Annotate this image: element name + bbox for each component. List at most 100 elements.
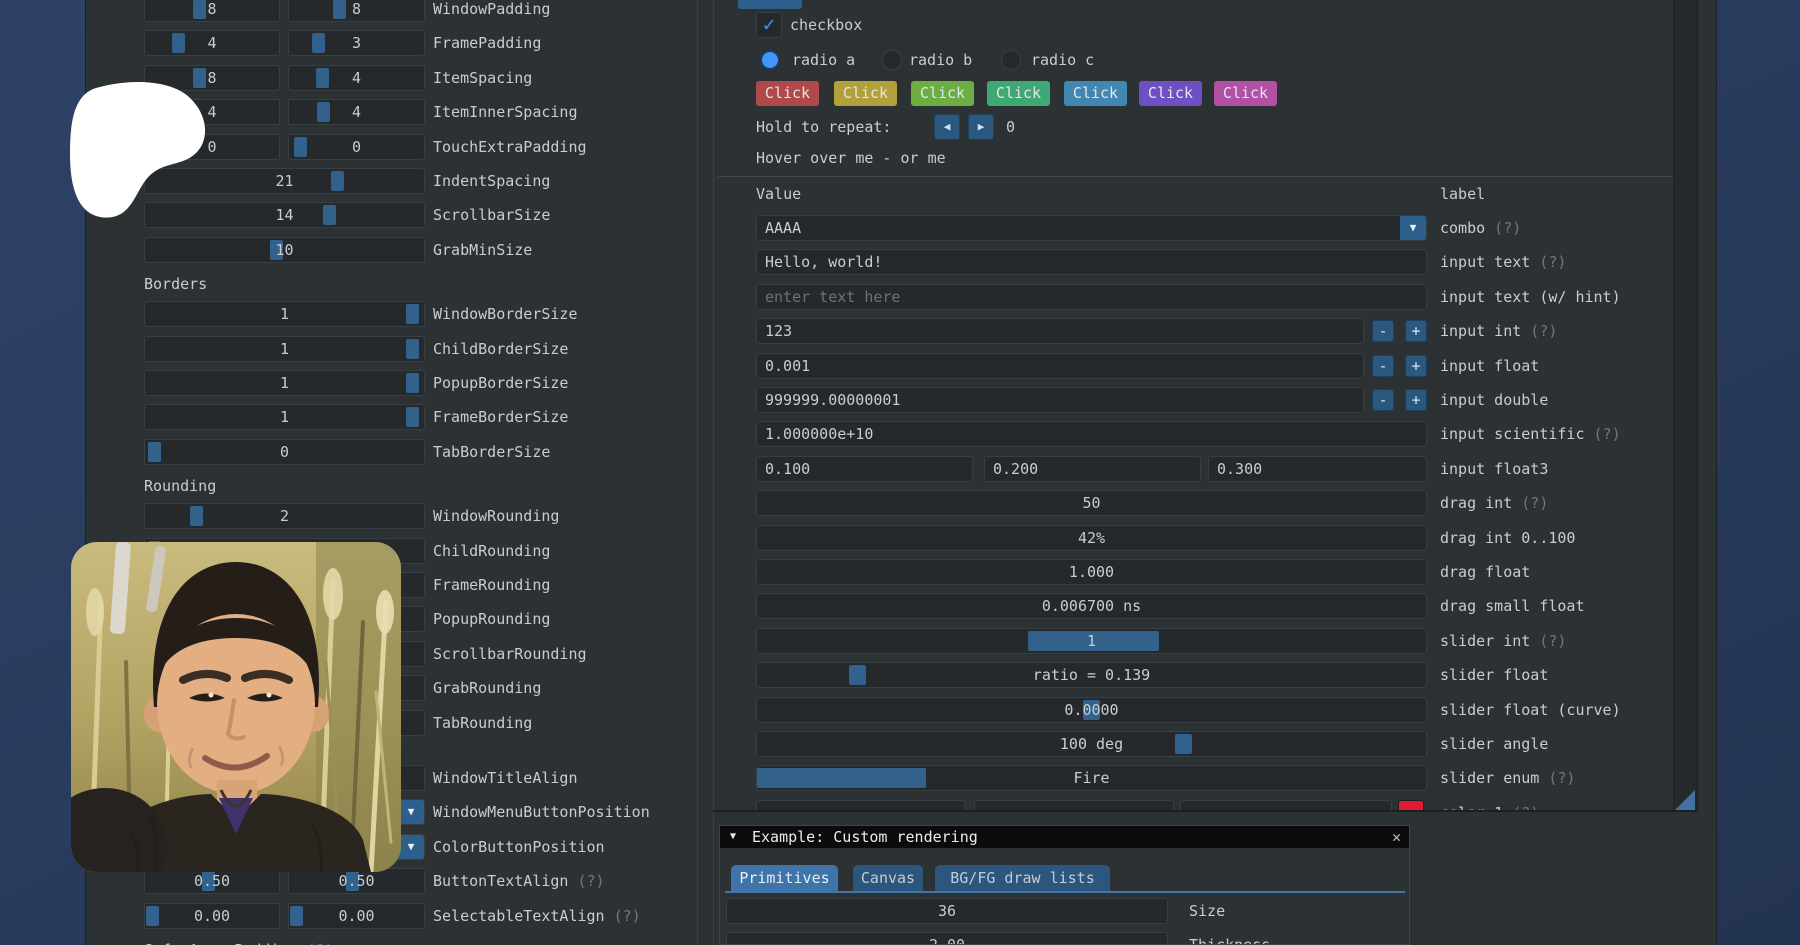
minus-button[interactable]: -: [1372, 389, 1394, 411]
resize-grip-icon[interactable]: [1675, 790, 1695, 810]
drag-field[interactable]: 1.000: [756, 559, 1427, 585]
slider-field[interactable]: ratio = 0.139: [756, 662, 1427, 688]
plus-button[interactable]: +: [1405, 389, 1427, 411]
plus-button[interactable]: +: [1405, 355, 1427, 377]
click-button-1[interactable]: Click: [756, 81, 819, 106]
field-value: 1: [145, 302, 424, 326]
help-marker[interactable]: (?): [568, 872, 604, 890]
float3-input[interactable]: 0.100: [756, 456, 973, 482]
combo-field[interactable]: AAAA ▼: [756, 215, 1427, 241]
field-value: AAAA: [765, 216, 801, 240]
style-label: ButtonTextAlign (?): [433, 868, 605, 894]
repeat-right-button[interactable]: ▶: [968, 114, 994, 140]
tab-canvas[interactable]: Canvas: [853, 865, 923, 891]
click-button-7[interactable]: Click: [1214, 81, 1277, 106]
number-input[interactable]: 0.001: [756, 353, 1364, 379]
tab-underline: [725, 891, 1405, 893]
window-titlebar[interactable]: ▼ Example: Custom rendering ✕: [720, 826, 1409, 848]
click-button-6[interactable]: Click: [1139, 81, 1202, 106]
radio-radio-b[interactable]: [882, 50, 902, 70]
click-button-2[interactable]: Click: [834, 81, 897, 106]
style-slider[interactable]: 0.00: [144, 903, 280, 929]
radio-radio-a[interactable]: [760, 50, 780, 70]
help-marker[interactable]: (?): [1585, 425, 1621, 443]
style-slider[interactable]: 4: [144, 30, 280, 56]
style-label: ChildBorderSize: [433, 336, 568, 362]
style-slider[interactable]: 1: [144, 404, 425, 430]
collapse-arrow-icon[interactable]: ▼: [730, 826, 736, 848]
style-slider[interactable]: 10: [144, 237, 425, 263]
button-partial[interactable]: [738, 0, 802, 9]
click-button-3[interactable]: Click: [911, 81, 974, 106]
field-value: 1: [145, 371, 424, 395]
slider-field[interactable]: 100 deg: [756, 731, 1427, 757]
hold-to-repeat-label: Hold to repeat:: [756, 114, 891, 140]
help-marker[interactable]: (?): [298, 941, 334, 945]
slider-field[interactable]: 1: [756, 628, 1427, 654]
slider-field[interactable]: 0.0000: [756, 697, 1427, 723]
slider-field[interactable]: Fire: [756, 765, 1427, 791]
style-slider[interactable]: 0.00: [288, 903, 425, 929]
widget-label: input scientific (?): [1440, 421, 1621, 447]
help-marker[interactable]: (?): [1530, 632, 1566, 650]
field-value: 36: [727, 899, 1167, 923]
tab-bg-fg-draw-lists[interactable]: BG/FG draw lists: [935, 865, 1110, 891]
style-slider[interactable]: 8: [144, 0, 280, 22]
style-label: WindowBorderSize: [433, 301, 578, 327]
float3-input[interactable]: 0.300: [1208, 456, 1427, 482]
repeat-left-button[interactable]: ◀: [934, 114, 960, 140]
style-slider[interactable]: 0.50: [288, 868, 425, 894]
text-input[interactable]: Hello, world!: [756, 249, 1427, 275]
render-slider[interactable]: 2.00: [726, 932, 1168, 945]
style-slider[interactable]: 0: [144, 439, 425, 465]
style-slider[interactable]: 2: [144, 503, 425, 529]
number-input[interactable]: 999999.00000001: [756, 387, 1364, 413]
chevron-down-icon[interactable]: ▼: [398, 835, 424, 859]
style-slider[interactable]: 8: [288, 0, 425, 22]
help-marker[interactable]: (?): [1530, 253, 1566, 271]
close-icon[interactable]: ✕: [1392, 826, 1401, 848]
click-button-4[interactable]: Click: [987, 81, 1050, 106]
field-value: 50: [757, 491, 1426, 515]
style-slider[interactable]: 3: [288, 30, 425, 56]
help-marker[interactable]: (?): [1521, 322, 1557, 340]
drag-field[interactable]: 50: [756, 490, 1427, 516]
field-value: 0.00: [289, 904, 424, 928]
drag-field[interactable]: 0.006700 ns: [756, 593, 1427, 619]
widget-label: drag int (?): [1440, 490, 1548, 516]
chevron-down-icon[interactable]: ▼: [398, 800, 424, 824]
text-input[interactable]: 1.000000e+10: [756, 421, 1427, 447]
check-icon: ✓: [757, 12, 781, 37]
text-input-with-hint[interactable]: enter text here: [756, 284, 1427, 310]
style-slider[interactable]: 1: [144, 336, 425, 362]
help-marker[interactable]: (?): [1485, 219, 1521, 237]
plus-button[interactable]: +: [1405, 320, 1427, 342]
radio-radio-c[interactable]: [1001, 50, 1021, 70]
vertical-scrollbar[interactable]: [1673, 0, 1697, 811]
number-input[interactable]: 123: [756, 318, 1364, 344]
drag-field[interactable]: 42%: [756, 525, 1427, 551]
style-label: ChildRounding: [433, 538, 550, 564]
checkbox[interactable]: ✓: [756, 12, 782, 38]
tab-primitives[interactable]: Primitives: [731, 865, 838, 891]
minus-button[interactable]: -: [1372, 355, 1394, 377]
chevron-down-icon[interactable]: ▼: [1400, 216, 1426, 240]
help-marker[interactable]: (?): [1512, 494, 1548, 512]
click-button-5[interactable]: Click: [1064, 81, 1127, 106]
minus-button[interactable]: -: [1372, 320, 1394, 342]
style-slider[interactable]: 4: [288, 65, 425, 91]
help-marker[interactable]: (?): [605, 907, 641, 925]
style-slider[interactable]: 4: [288, 99, 425, 125]
style-slider[interactable]: 1: [144, 301, 425, 327]
field-value: 0.00: [145, 904, 279, 928]
style-slider[interactable]: 0: [288, 134, 425, 160]
field-value: 4: [289, 100, 424, 124]
help-marker[interactable]: (?): [1539, 769, 1575, 787]
style-slider[interactable]: 0.50: [144, 868, 280, 894]
style-slider[interactable]: 1: [144, 370, 425, 396]
field-value: 10: [145, 238, 424, 262]
render-slider[interactable]: 36: [726, 898, 1168, 924]
style-label: ScrollbarRounding: [433, 641, 587, 667]
float3-input[interactable]: 0.200: [984, 456, 1201, 482]
style-label: WindowPadding: [433, 0, 550, 22]
